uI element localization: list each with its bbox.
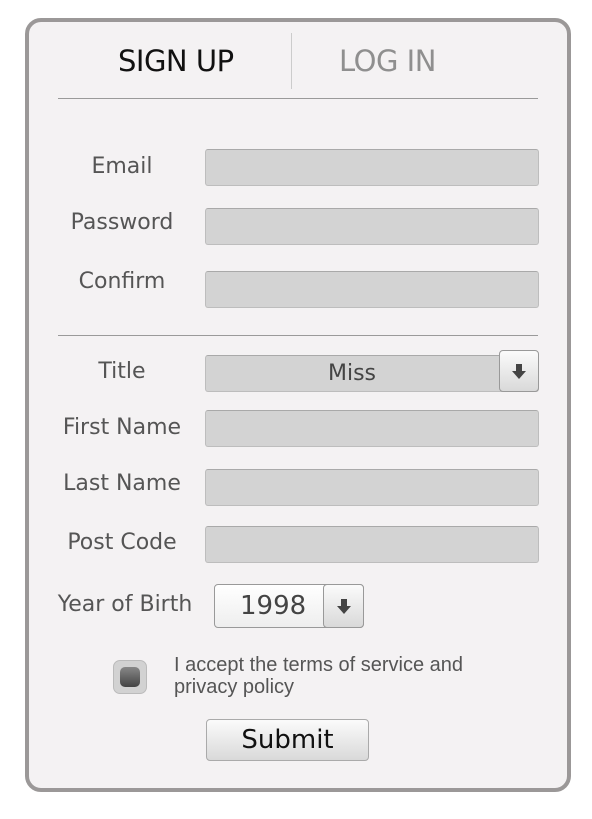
title-select[interactable]: Miss: [205, 355, 539, 392]
year-of-birth-label: Year of Birth: [57, 592, 193, 617]
first-name-label: First Name: [62, 415, 182, 440]
last-name-label: Last Name: [63, 471, 181, 496]
confirm-password-input[interactable]: [205, 271, 539, 308]
tab-divider: [291, 33, 292, 89]
terms-line-2: privacy policy: [174, 676, 295, 698]
email-input[interactable]: [205, 149, 539, 186]
year-dropdown-button[interactable]: [323, 584, 364, 628]
tab-sign-up[interactable]: SIGN UP: [118, 44, 234, 78]
terms-line-1: I accept the terms of service and: [174, 654, 464, 676]
terms-text: I accept the terms of service and privac…: [174, 654, 463, 698]
title-label: Title: [98, 359, 146, 384]
title-value: Miss: [327, 361, 377, 386]
arrow-down-icon: [512, 364, 526, 379]
post-code-input[interactable]: [205, 526, 539, 563]
title-dropdown-button[interactable]: [499, 350, 539, 392]
terms-checkbox[interactable]: [113, 660, 147, 694]
submit-button[interactable]: Submit: [206, 719, 369, 761]
post-code-label: Post Code: [67, 530, 177, 555]
email-label: Email: [91, 154, 153, 179]
checkbox-knob: [120, 667, 140, 687]
arrow-down-icon: [336, 599, 351, 614]
year-value: 1998: [240, 591, 307, 621]
confirm-label: Confirm: [78, 269, 166, 294]
tab-log-in[interactable]: LOG IN: [339, 44, 436, 78]
password-input[interactable]: [205, 208, 539, 245]
last-name-input[interactable]: [205, 469, 539, 506]
first-name-input[interactable]: [205, 410, 539, 447]
divider: [58, 98, 538, 99]
password-label: Password: [70, 210, 174, 235]
divider: [58, 335, 538, 336]
